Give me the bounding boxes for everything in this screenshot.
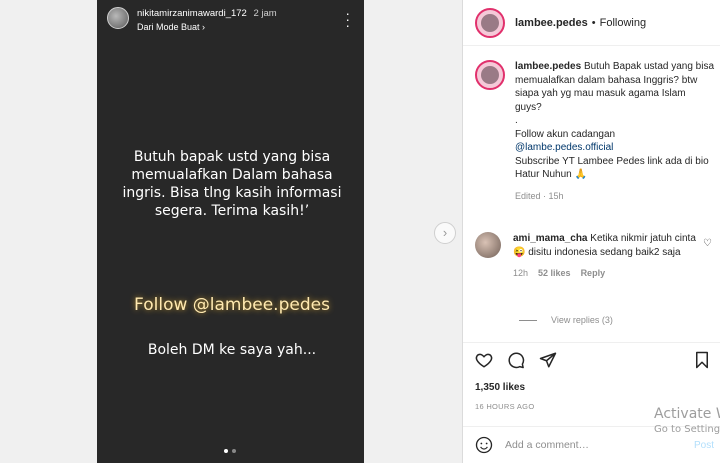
story-username[interactable]: nikitamirzanimawardi_172: [137, 8, 247, 19]
comment-avatar[interactable]: [475, 232, 501, 258]
carousel-dots: [224, 449, 236, 453]
watermark-line2: Go to Setting: [654, 424, 720, 435]
caption: lambee.pedes Butuh Bapak ustad yang bisa…: [475, 60, 715, 203]
heart-icon[interactable]: [475, 351, 493, 369]
caption-line3: Subscribe YT Lambee Pedes link ada di bi…: [515, 155, 709, 181]
post-header: lambee.pedes • Following: [463, 0, 720, 46]
view-replies[interactable]: View replies (3): [519, 315, 613, 325]
post-panel: lambee.pedes • Following lambee.pedes Bu…: [462, 0, 720, 463]
following-button[interactable]: Following: [600, 17, 646, 29]
comment: ami_mama_cha Ketika nikmir jatuh cinta😜 …: [475, 232, 719, 281]
story-follow-text: Follow @lambee.pedes: [134, 295, 330, 315]
reply-button[interactable]: Reply: [581, 267, 606, 281]
comment-input[interactable]: Add a comment…: [505, 439, 589, 451]
caption-link[interactable]: @lambe.pedes.official: [515, 141, 715, 155]
chevron-right-icon: ›: [202, 22, 206, 32]
action-bar: [463, 342, 720, 374]
comment-time: 12h: [513, 268, 529, 278]
caption-avatar[interactable]: [475, 60, 505, 90]
likes-count[interactable]: 1,350 likes: [475, 382, 525, 393]
comment-heart-icon[interactable]: ♡: [703, 238, 712, 249]
replies-line: [519, 319, 537, 321]
caption-dot: .: [515, 115, 518, 126]
activate-windows-watermark: Activate W Go to Setting: [654, 406, 720, 435]
share-icon[interactable]: [539, 351, 557, 369]
time-ago: 16 HOURS AGO: [475, 402, 535, 411]
emoji-icon[interactable]: [475, 436, 493, 454]
view-replies-label[interactable]: View replies (3): [551, 315, 613, 325]
story-dm-text: Boleh DM ke saya yah...: [147, 342, 317, 358]
caption-line2: Follow akun cadangan: [515, 128, 616, 140]
story-header: nikitamirzanimawardi_172 2 jam Dari Mode…: [107, 7, 277, 32]
carousel-dot: [232, 449, 236, 453]
story-image: nikitamirzanimawardi_172 2 jam Dari Mode…: [97, 0, 364, 463]
bookmark-icon[interactable]: [693, 351, 711, 369]
post-avatar[interactable]: [475, 7, 505, 38]
caption-username[interactable]: lambee.pedes: [515, 61, 581, 72]
carousel-dot-active: [224, 449, 228, 453]
story-source[interactable]: Dari Mode Buat: [137, 22, 200, 32]
story-time: 2 jam: [253, 8, 277, 19]
watermark-line1: Activate W: [654, 406, 720, 422]
post-button[interactable]: Post: [694, 440, 714, 451]
comment-icon[interactable]: [507, 351, 525, 369]
story-avatar[interactable]: [107, 7, 129, 29]
edited-label: Edited · 15h: [515, 190, 564, 201]
comment-username[interactable]: ami_mama_cha: [513, 233, 588, 244]
next-arrow-icon[interactable]: ›: [434, 222, 456, 244]
more-options-icon[interactable]: · · ·: [345, 6, 350, 32]
comment-likes[interactable]: 52 likes: [538, 267, 571, 281]
post-username[interactable]: lambee.pedes: [515, 17, 588, 29]
story-main-text: Butuh bapak ustd yang bisa memualafkan D…: [122, 149, 342, 219]
separator-dot: •: [591, 16, 596, 29]
